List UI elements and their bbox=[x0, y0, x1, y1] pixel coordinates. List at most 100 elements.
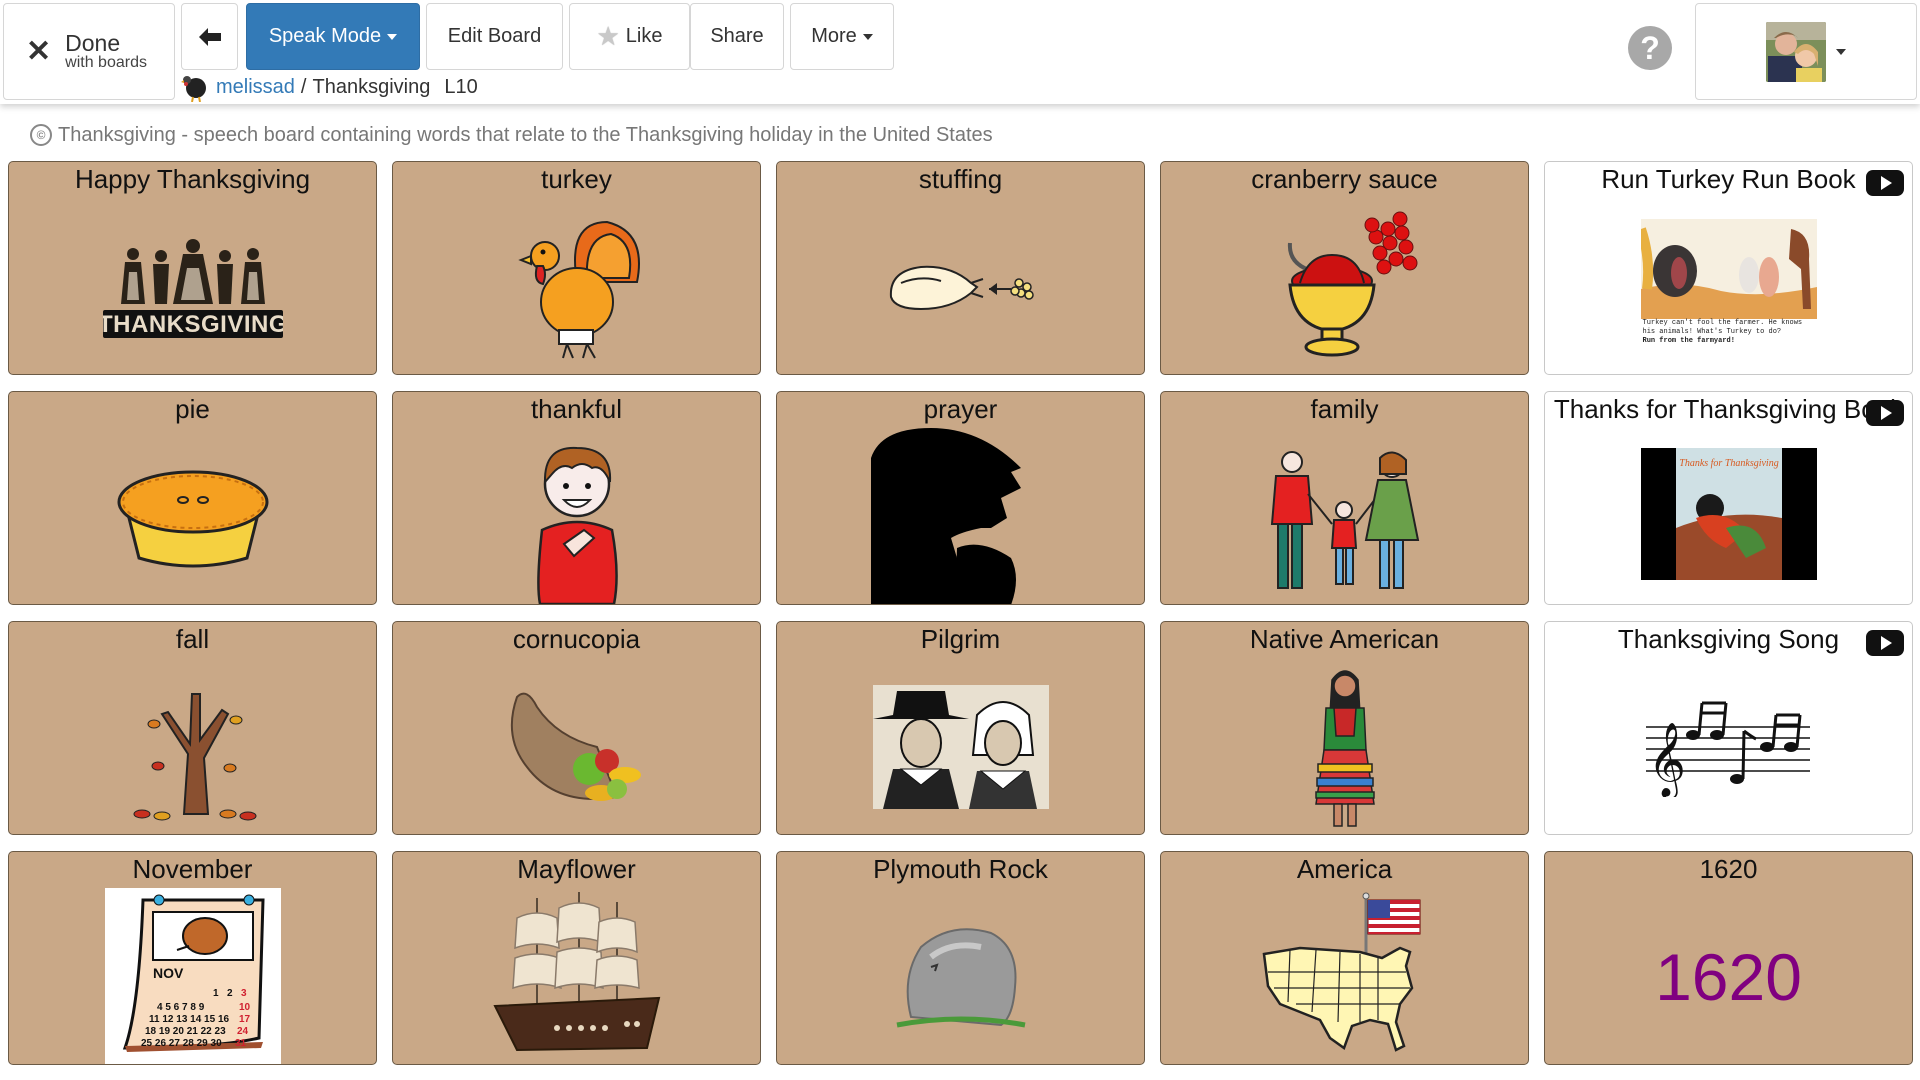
tile-thanks-for-thanksgiving-book[interactable]: Thanks for Thanksgiving Book Thanks for … bbox=[1544, 391, 1913, 605]
back-button[interactable] bbox=[181, 3, 238, 70]
board-level: L10 bbox=[444, 75, 478, 98]
tile-run-turkey-run-book[interactable]: Run Turkey Run Book Turkey can't fool th… bbox=[1544, 161, 1913, 375]
svg-text:Thanks for Thanksgiving: Thanks for Thanksgiving bbox=[1679, 458, 1778, 469]
cranberry-sauce-icon bbox=[1255, 204, 1435, 369]
video-play-icon bbox=[1866, 400, 1904, 426]
tile-prayer[interactable]: prayer bbox=[776, 391, 1145, 605]
speak-mode-button[interactable]: Speak Mode bbox=[246, 3, 420, 70]
tile-label: stuffing bbox=[918, 164, 1003, 194]
usa-map-flag-icon bbox=[1255, 892, 1435, 1062]
tile-america[interactable]: America bbox=[1160, 851, 1529, 1065]
tile-label: America bbox=[1296, 854, 1393, 884]
svg-text:11 12 13 14 15 16: 11 12 13 14 15 16 bbox=[149, 1014, 230, 1025]
edit-board-button[interactable]: Edit Board bbox=[426, 3, 563, 70]
svg-text:NOV: NOV bbox=[153, 965, 184, 981]
breadcrumb-separator: / bbox=[300, 75, 307, 98]
music-notes-icon: 𝄞 bbox=[1639, 664, 1819, 829]
tile-thankful[interactable]: thankful bbox=[392, 391, 761, 605]
tile-fall[interactable]: fall bbox=[8, 621, 377, 835]
pie-icon bbox=[103, 434, 283, 599]
svg-text:31: 31 bbox=[235, 1038, 247, 1049]
breadcrumb: melissad / Thanksgiving L10 bbox=[180, 72, 478, 102]
native-american-icon bbox=[1255, 664, 1435, 834]
like-label: Like bbox=[625, 25, 663, 47]
pilgrims-icon bbox=[871, 664, 1051, 829]
rock-icon bbox=[871, 894, 1051, 1059]
help-icon[interactable]: ? bbox=[1628, 26, 1672, 70]
tile-label: prayer bbox=[923, 394, 998, 424]
tile-label: Mayflower bbox=[517, 854, 636, 884]
svg-text:24: 24 bbox=[237, 1026, 249, 1037]
tile-stuffing[interactable]: stuffing bbox=[776, 161, 1145, 375]
tile-label: 1620 bbox=[1699, 854, 1758, 884]
caret-down-icon bbox=[387, 33, 398, 40]
more-button[interactable]: More bbox=[790, 3, 894, 70]
tile-label: Plymouth Rock bbox=[873, 854, 1048, 884]
svg-text:25 26 27 28 29 30: 25 26 27 28 29 30 bbox=[141, 1038, 222, 1049]
tile-family[interactable]: family bbox=[1160, 391, 1529, 605]
text-1620-image: 1620 bbox=[1579, 894, 1879, 1059]
tile-label: family bbox=[1310, 394, 1379, 424]
tile-plymouth-rock[interactable]: Plymouth Rock bbox=[776, 851, 1145, 1065]
license-icon: © bbox=[30, 124, 52, 146]
like-button[interactable]: ★ Like bbox=[569, 3, 690, 70]
avatar-photo bbox=[1766, 21, 1826, 82]
svg-text:𝄞: 𝄞 bbox=[1648, 723, 1686, 797]
svg-text:1: 1 bbox=[213, 988, 219, 999]
tile-label: thankful bbox=[530, 394, 623, 424]
star-icon: ★ bbox=[596, 21, 620, 51]
share-button[interactable]: Share bbox=[690, 3, 784, 70]
ship-icon bbox=[487, 888, 667, 1064]
video-play-icon bbox=[1866, 170, 1904, 196]
stuffing-icon bbox=[871, 204, 1051, 369]
tile-label: cranberry sauce bbox=[1251, 164, 1438, 194]
tile-thanksgiving-song[interactable]: Thanksgiving Song 𝄞 bbox=[1544, 621, 1913, 835]
user-menu-button[interactable] bbox=[1695, 3, 1917, 100]
tile-label: cornucopia bbox=[512, 624, 641, 654]
board-description: © Thanksgiving - speech board containing… bbox=[30, 122, 993, 148]
arrow-left-icon bbox=[198, 27, 221, 46]
breadcrumb-user-link[interactable]: melissad bbox=[216, 76, 295, 99]
tile-pilgrim[interactable]: Pilgrim bbox=[776, 621, 1145, 835]
breadcrumb-board-name: Thanksgiving bbox=[312, 75, 431, 98]
share-label: Share bbox=[710, 25, 764, 47]
svg-text:18 19 20 21 22 23: 18 19 20 21 22 23 bbox=[145, 1026, 226, 1037]
top-toolbar: ✕ Done with boards Speak Mode Edit Board… bbox=[0, 0, 1920, 104]
tile-label: fall bbox=[175, 624, 210, 654]
tile-cornucopia[interactable]: cornucopia bbox=[392, 621, 761, 835]
tile-happy-thanksgiving[interactable]: Happy Thanksgiving THANKSGIVING bbox=[8, 161, 377, 375]
tile-cranberry-sauce[interactable]: cranberry sauce bbox=[1160, 161, 1529, 375]
pilgrims-thanksgiving-icon: THANKSGIVING bbox=[102, 204, 283, 369]
caret-down-icon bbox=[862, 33, 873, 40]
tile-label: Run Turkey Run Book bbox=[1601, 164, 1856, 194]
thankful-boy-icon bbox=[487, 434, 667, 604]
book-cover-icon: Thanks for Thanksgiving bbox=[1640, 448, 1817, 580]
tile-label: November bbox=[132, 854, 253, 884]
done-with-boards-button[interactable]: ✕ Done with boards bbox=[3, 3, 175, 100]
board-grid: Happy Thanksgiving THANKSGIVING turkey s… bbox=[8, 161, 1913, 1065]
caret-down-icon bbox=[1836, 48, 1846, 55]
tile-1620[interactable]: 1620 1620 bbox=[1544, 851, 1913, 1065]
tile-label: Pilgrim bbox=[920, 624, 1001, 654]
svg-text:10: 10 bbox=[239, 1002, 251, 1013]
book-caption: Turkey can't fool the farmer. He knows h… bbox=[1642, 318, 1803, 345]
speak-mode-label: Speak Mode bbox=[268, 25, 382, 47]
tile-native-american[interactable]: Native American bbox=[1160, 621, 1529, 835]
tile-turkey[interactable]: turkey bbox=[392, 161, 761, 375]
edit-board-label: Edit Board bbox=[447, 25, 542, 47]
tile-pie[interactable]: pie bbox=[8, 391, 377, 605]
tile-november[interactable]: November NOV 123 4 5 6 7 8 9 10 11 12 13 … bbox=[8, 851, 377, 1065]
tile-mayflower[interactable]: Mayflower bbox=[392, 851, 761, 1065]
prayer-silhouette-icon bbox=[870, 428, 1051, 604]
more-label: More bbox=[811, 25, 857, 47]
tile-label: turkey bbox=[541, 164, 612, 194]
tile-label: Thanksgiving Song bbox=[1617, 624, 1840, 654]
avatar bbox=[1766, 21, 1826, 82]
done-sublabel: with boards bbox=[65, 54, 147, 72]
done-label: Done bbox=[65, 30, 121, 57]
book-run-turkey-run-icon: Turkey can't fool the farmer. He knows h… bbox=[1640, 217, 1817, 347]
fall-tree-icon bbox=[103, 664, 283, 834]
family-icon bbox=[1255, 434, 1435, 604]
close-icon: ✕ bbox=[26, 34, 52, 68]
svg-text:2: 2 bbox=[227, 988, 233, 999]
